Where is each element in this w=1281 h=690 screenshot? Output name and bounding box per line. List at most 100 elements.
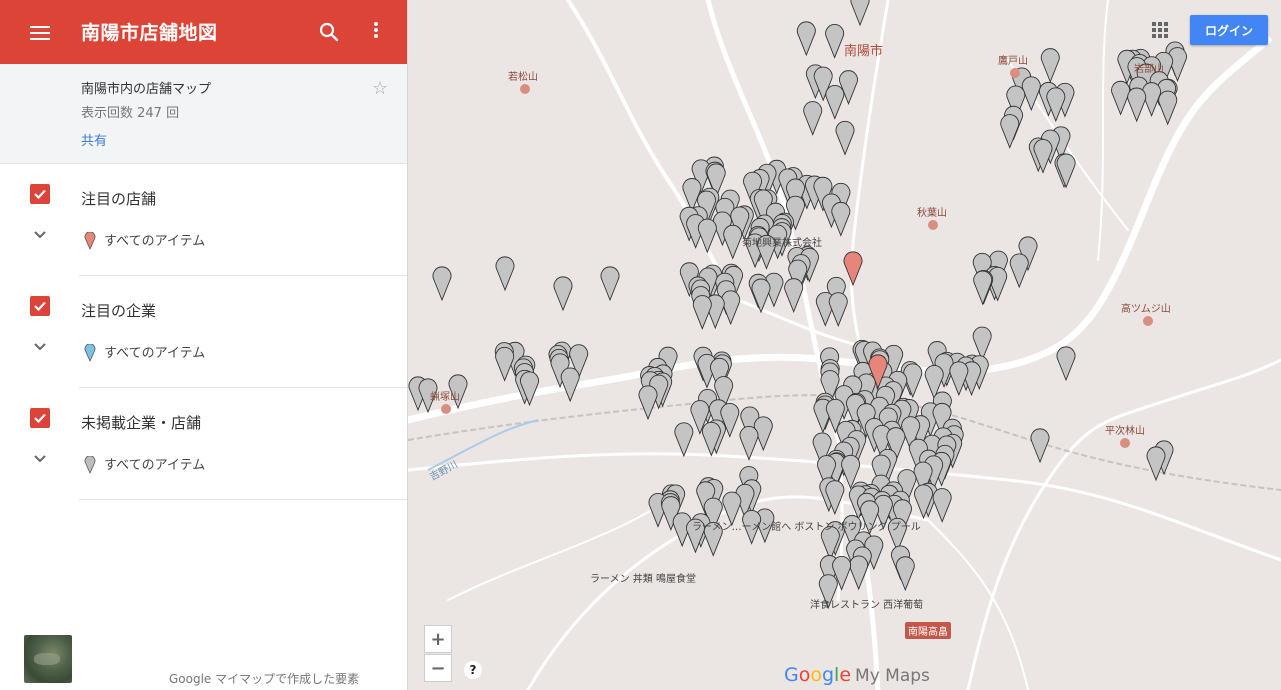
map-pin[interactable] [739, 426, 759, 461]
map-info-panel: 南陽市内の店舗マップ 表示回数 247 回 共有 ☆ [0, 64, 407, 164]
map-pin[interactable] [973, 270, 993, 306]
map-base [408, 0, 1281, 690]
chevron-down-icon[interactable] [31, 338, 49, 356]
map-pin[interactable] [1046, 87, 1066, 123]
map-pin[interactable] [495, 256, 515, 292]
map-label-mountain: 平次林山 [1105, 426, 1145, 437]
chevron-down-icon[interactable] [31, 450, 49, 468]
map-canvas[interactable]: 南陽市 若松山 鷹戸山 岩部山 秋葉山 高ツムジ山 平次林山 蝋塚山 吉野川 菊… [408, 0, 1281, 690]
logo-letter: o [798, 664, 811, 686]
logo-product: My Maps [855, 666, 930, 686]
apps-grid-icon[interactable] [1152, 22, 1168, 38]
map-label-mountain: 高ツムジ山 [1121, 304, 1171, 315]
map-pin[interactable] [432, 266, 452, 302]
map-pin[interactable] [721, 290, 741, 326]
app-root: 南陽市店舗地図 南陽市内の店舗マップ 表示回数 247 回 共有 ☆ 注目の店舗… [0, 0, 1281, 690]
help-icon[interactable]: ? [464, 661, 482, 679]
map-label-city: 南陽市 [844, 44, 884, 59]
map-pin[interactable] [1127, 87, 1147, 123]
app-header: 南陽市店舗地図 [0, 0, 407, 64]
map-pin[interactable] [895, 556, 915, 592]
map-pin[interactable] [697, 218, 717, 254]
map-pin[interactable] [600, 266, 620, 302]
map-pin[interactable] [828, 292, 848, 327]
layer-unlisted: 未掲載企業・店舗 すべてのアイテム [0, 388, 407, 500]
footer-attribution: Google マイマップで作成した要素 [169, 672, 360, 686]
map-pin[interactable] [1056, 346, 1076, 382]
layer-checkbox[interactable] [30, 184, 50, 204]
map-pin[interactable] [674, 422, 694, 458]
map-label-mountain: 岩部山 [1134, 64, 1164, 75]
map-description: 南陽市内の店舗マップ [81, 82, 212, 97]
map-pin[interactable] [831, 202, 851, 237]
map-pin[interactable] [692, 295, 712, 330]
mountain-icon [1143, 316, 1153, 326]
map-pin[interactable] [803, 101, 823, 136]
mountain-icon [520, 84, 530, 94]
map-pin[interactable] [825, 24, 845, 59]
map-pin[interactable] [1146, 446, 1166, 482]
google-my-maps-logo: Google My Maps [784, 664, 930, 686]
login-button[interactable]: ログイン [1190, 15, 1268, 45]
search-icon[interactable] [318, 21, 340, 43]
app-title: 南陽市店舗地図 [81, 22, 218, 44]
map-label-poi: ラーメン…ーメン館へ ボストン ボウリング プール [692, 522, 921, 533]
map-pin[interactable] [972, 326, 992, 362]
map-pin[interactable] [638, 385, 658, 421]
all-items-link[interactable]: すべてのアイテム [104, 342, 205, 361]
logo-letter: o [810, 664, 822, 686]
map-pin[interactable] [932, 488, 952, 523]
layer-name: 未掲載企業・店舗 [81, 414, 202, 432]
mountain-icon [1010, 68, 1020, 78]
chevron-down-icon[interactable] [31, 226, 49, 244]
logo-letter: e [839, 664, 852, 686]
mountain-icon [441, 404, 451, 414]
map-pin[interactable] [1056, 153, 1076, 189]
menu-icon[interactable] [28, 22, 52, 42]
map-pin[interactable] [1030, 428, 1050, 464]
map-pin[interactable] [1111, 80, 1131, 116]
share-link[interactable]: 共有 [81, 130, 107, 149]
map-pin[interactable] [723, 224, 743, 260]
map-label-poi: 菊地興業株式会社 [742, 238, 822, 249]
sidebar: 南陽市店舗地図 南陽市内の店舗マップ 表示回数 247 回 共有 ☆ 注目の店舗… [0, 0, 408, 690]
map-label-poi: ラーメン 丼類 鳴屋食堂 [590, 574, 696, 585]
layer-name: 注目の企業 [81, 302, 157, 320]
map-pin[interactable] [825, 85, 845, 120]
map-pin[interactable] [1040, 48, 1060, 83]
map-pin[interactable] [835, 120, 855, 156]
map-label-station: 南陽高畠 [905, 622, 951, 639]
layer-checkbox[interactable] [30, 408, 50, 428]
map-pin[interactable] [850, 0, 870, 27]
mountain-icon [1120, 438, 1130, 448]
all-items-link[interactable]: すべてのアイテム [104, 230, 205, 249]
more-vert-icon[interactable] [366, 20, 386, 44]
map-pin[interactable] [1158, 90, 1178, 126]
map-label-mountain: 若松山 [508, 72, 538, 83]
map-pin[interactable] [849, 555, 869, 591]
map-pin[interactable] [796, 21, 816, 57]
map-label-poi: 洋食レストラン 西洋葡萄 [810, 600, 924, 611]
logo-letter: G [784, 664, 799, 686]
map-label-mountain: 蝋塚山 [430, 392, 460, 403]
all-items-link[interactable]: すべてのアイテム [104, 454, 205, 473]
satellite-toggle[interactable] [24, 635, 72, 683]
map-pin[interactable] [1000, 114, 1020, 149]
view-count: 表示回数 247 回 [81, 106, 180, 121]
map-pin[interactable] [949, 361, 969, 397]
map-pin[interactable] [560, 367, 580, 403]
map-pin[interactable] [495, 346, 515, 382]
map-pin[interactable] [784, 278, 804, 313]
mountain-icon [928, 220, 938, 230]
pin-icon [84, 231, 96, 250]
logo-letter: g [821, 664, 835, 686]
zoom-out-button[interactable]: − [424, 654, 452, 682]
map-pin[interactable] [553, 276, 573, 312]
map-pin-featured[interactable] [843, 251, 863, 287]
map-label-mountain: 鷹戸山 [998, 56, 1028, 67]
layer-checkbox[interactable] [30, 296, 50, 316]
zoom-in-button[interactable]: + [424, 625, 452, 653]
map-pin[interactable] [1009, 253, 1029, 289]
pin-icon [84, 455, 96, 474]
star-icon[interactable]: ☆ [372, 80, 388, 98]
